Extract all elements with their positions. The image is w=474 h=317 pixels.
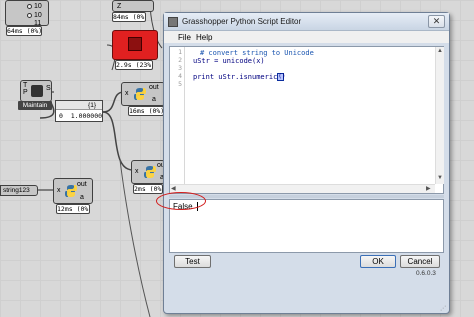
code-line: print uStr.isnumeric()	[193, 73, 286, 81]
string-param[interactable]: string123	[0, 185, 38, 196]
fold-margin	[184, 47, 185, 184]
port-label: Z	[117, 3, 122, 10]
line-number: 4	[178, 72, 182, 80]
output-panel[interactable]: False	[169, 199, 444, 253]
maintain-badge: Maintain	[18, 101, 52, 110]
output-port: a	[80, 194, 84, 201]
panel-row: 0 1.000000	[59, 112, 103, 120]
code-editor[interactable]: 1 2 3 4 5 # convert string to Unicode uS…	[169, 46, 444, 194]
code-text: print uStr.isnumeric	[193, 73, 278, 81]
profiler-chip: 64ms (0%)	[6, 26, 42, 36]
value-panel[interactable]: {1} 0 1.000000	[55, 100, 103, 122]
python-icon	[65, 185, 77, 197]
line-number: 2	[178, 56, 182, 64]
profiler-chip: 12ms (0%)	[56, 204, 90, 214]
code-line-comment: # convert string to Unicode	[200, 49, 314, 57]
input-port: x	[135, 168, 139, 175]
component-icon	[128, 37, 142, 51]
line-number: 5	[178, 80, 182, 88]
line-number-gutter: 1 2 3 4 5	[170, 47, 184, 184]
highlight-annotation	[156, 192, 206, 210]
script-editor-window[interactable]: Grasshopper Python Script Editor ✕ File …	[156, 12, 450, 314]
number-panel[interactable]: 10 10 11	[5, 0, 49, 27]
profiler-chip: 2.9s (23%)	[115, 60, 153, 70]
title-bar[interactable]: Grasshopper Python Script Editor ✕	[164, 13, 449, 31]
panel-splitter[interactable]	[169, 195, 444, 198]
line-number: 1	[178, 48, 182, 56]
python-icon	[144, 166, 156, 178]
python-component[interactable]: x out a	[131, 160, 167, 184]
resize-grip-icon[interactable]: ⋰	[440, 305, 446, 312]
profiler-chip: 84ms (0%)	[112, 12, 146, 22]
panel-value: 10	[34, 12, 42, 19]
python-icon	[134, 88, 146, 100]
version-label: 0.6.0.3	[416, 270, 436, 277]
input-port: x	[125, 90, 129, 97]
python-component[interactable]: x out a	[53, 178, 93, 204]
scroll-down-icon[interactable]: ▼	[437, 175, 443, 182]
component-top[interactable]: Z	[112, 0, 154, 12]
close-button[interactable]: ✕	[428, 15, 445, 28]
timer-icon	[31, 85, 43, 97]
output-grip[interactable]	[27, 4, 32, 9]
horizontal-scrollbar[interactable]: ◀ ▶	[170, 184, 435, 193]
scroll-right-icon[interactable]: ▶	[426, 186, 431, 193]
grasshopper-icon	[168, 17, 178, 27]
output-grip[interactable]	[27, 13, 32, 18]
profiler-chip: 2ms (0%)	[133, 184, 163, 194]
scroll-up-icon[interactable]: ▲	[437, 48, 443, 55]
panel-value: 10	[34, 3, 42, 10]
line-number: 3	[178, 64, 182, 72]
caret-bracket: ()	[277, 73, 286, 81]
code-line: uStr = unicode(x)	[193, 57, 265, 65]
cancel-button[interactable]: Cancel	[400, 255, 440, 268]
menu-bar: File Help	[164, 31, 449, 43]
error-component[interactable]	[112, 30, 158, 60]
vertical-scrollbar[interactable]: ▲ ▼	[435, 47, 444, 184]
output-port: a	[152, 96, 156, 103]
python-component[interactable]: x out a	[121, 82, 165, 106]
ok-button[interactable]: OK	[360, 255, 396, 268]
window-title: Grasshopper Python Script Editor	[182, 17, 302, 26]
menu-help[interactable]: Help	[196, 33, 212, 42]
port-label: S	[46, 85, 51, 92]
menu-file[interactable]: File	[178, 33, 191, 42]
maintain-component[interactable]: T P S	[20, 80, 52, 102]
output-port: out	[77, 181, 87, 188]
profiler-chip: 16ms (0%)	[128, 106, 164, 116]
test-button[interactable]: Test	[174, 255, 211, 268]
close-icon: ✕	[432, 16, 441, 26]
input-port: x	[57, 187, 61, 194]
output-port: out	[149, 84, 159, 91]
panel-header: {1}	[56, 101, 102, 110]
wire	[102, 111, 134, 171]
port-label: P	[23, 89, 28, 96]
